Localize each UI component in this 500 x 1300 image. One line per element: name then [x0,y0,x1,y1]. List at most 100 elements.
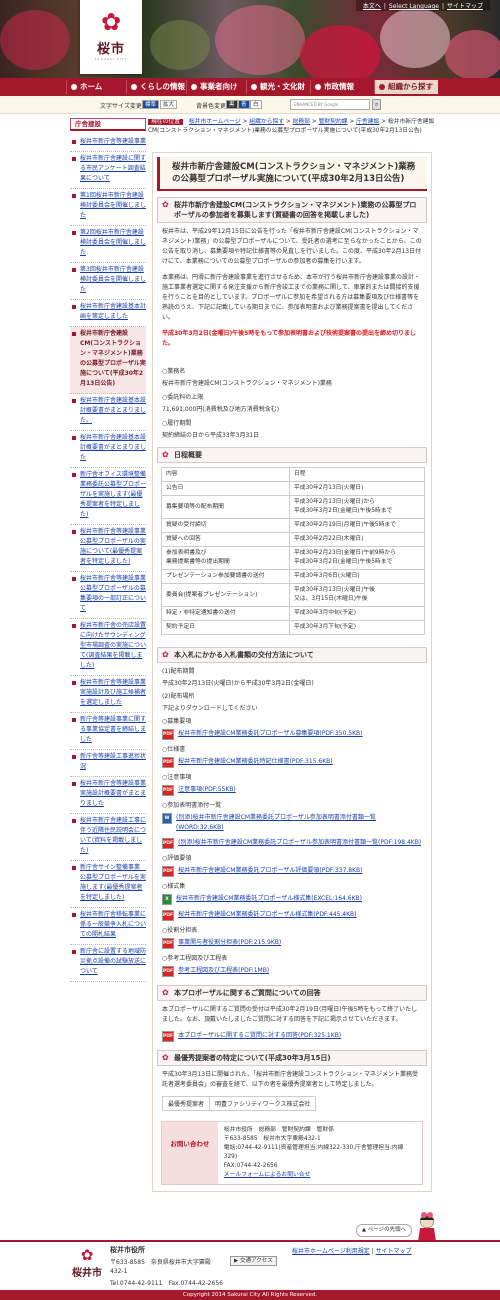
inquiry-label: お問い合わせ [162,1122,218,1184]
sidebar-item-link[interactable]: 桜井市新庁舎等建設事業公募型プロポーザルの募集要項の一部訂正について [80,575,146,612]
sitemap-link[interactable]: サイトマップ [447,3,483,10]
doc-section-label: ○評価要領 [162,855,192,862]
sidebar-item[interactable]: 第1回桜井市新庁舎建設検討委員会を開催しました [70,189,146,226]
nav-home[interactable]: ホーム [66,80,126,94]
sidebar-item[interactable]: 桜井市新庁舎等建設事業実施設計及び施工候補者を選定しました [70,676,146,713]
schedule-item: 募集要項等の配布期間 [161,495,290,519]
sidebar-item-link[interactable]: 桜井市新庁舎建設CM(コンストラクション・マネジメント)業務の公募型プロポーザル… [80,330,146,387]
schedule-item: 特定・非特定通知書の送付 [161,606,290,621]
sidebar-item-link[interactable]: 桜井市新庁舎建設基本設計概要書がまとまりました [80,434,146,461]
sidebar-item[interactable]: 桜井市新庁舎等建設事業 [70,135,146,152]
sidebar-item[interactable]: 新庁舎オフィス環境整備業務委託公募型プロポーザルを実施します(最優秀提案者を特定… [70,468,146,525]
sidebar-item[interactable]: 桜井市新庁舎建設工事に伴う近隣住民説明会について(資料を掲載しました) [70,814,146,861]
sidebar-item[interactable]: 桜井市新庁舎建設基本設計概要書がまとまりました [70,431,146,468]
sidebar-item-link[interactable]: 桜井市新庁舎建設基本設計概要書がまとまりました。 [80,397,146,424]
file-link[interactable]: 桜井市新庁舎建設CM業務委託プロポーザル様式集(PDF:445.4KB) [178,910,356,920]
sidebar-item[interactable]: 第2回桜井市新庁舎建設検討委員会を開催しました [70,226,146,263]
site-logo[interactable]: ✿ 桜市 SAKURAI CITY [80,0,142,74]
sidebar-item[interactable]: 新庁舎サイン整備事業 公募型プロポーザルを実施します(最優秀提案者を特定しました… [70,861,146,908]
sidebar-item-link[interactable]: 第3回桜井市新庁舎建設検討委員会を開催しました [80,266,146,293]
sidebar-item-link[interactable]: 新庁舎に設置する地域防災拠点設備の試験放送について [80,948,146,975]
sidebar-item[interactable]: 桜井市新庁舎等建設事業公募型プロポーザルの実施について(最優秀提案者を特定しまし… [70,525,146,572]
file-link[interactable]: 桜井市新庁舎建設CM業務委託プロポーザル評価要領(PDF:337.8KB) [178,866,362,876]
sidebar-item-link[interactable]: 新庁舎オフィス環境整備業務委託公募型プロポーザルを実施します(最優秀提案者を特定… [80,471,146,518]
nav-city-info[interactable]: 市政情報 [310,80,374,94]
sidebar-item-link[interactable]: 桜井市新庁舎建設基本計画を策定しました [80,303,146,320]
file-link[interactable]: (別添)桜井市新庁舎建設CM業務委託プロポーザル参加表明書添付書類一覧(PDF:… [178,838,421,848]
file-link[interactable]: (別添)桜井市新庁舎建設CM業務委託プロポーザル参加表明書添付書類一覧(WORD… [176,813,422,833]
font-size-large-button[interactable]: 拡大 [160,100,178,109]
footer-sitemap-link[interactable]: サイトマップ [376,1248,412,1255]
sidebar-item-link[interactable]: 桜井市新庁舎建設に関する市民アンケート調査結果について [80,155,146,182]
bg-black-button[interactable]: 黒 [226,100,238,109]
font-size-standard-button[interactable]: 標準 [142,100,160,109]
file-link[interactable]: 事業関与者役割分担表(PDF:215.9KB) [178,938,281,948]
sidebar-item-link[interactable]: 新庁舎等建設工事進捗状況 [80,753,146,770]
search-icon[interactable]: ⌕ [372,99,381,110]
section-heading-best-proposer: 最優秀提案者の特定について(平成30年3月15日) [157,1050,427,1066]
breadcrumb-link[interactable]: 庁舎建設 [356,119,379,125]
file-item: PDF 桜井市新庁舎建設CM業務委託プロポーザル評価要領(PDF:337.8KB) [153,866,431,879]
terms-link[interactable]: 桜井市ホームページ利用規定 [292,1248,370,1255]
file-link[interactable]: 参考工程図及び工程表(PDF:1MB) [178,966,269,976]
pdf-icon: PDF [162,866,175,877]
file-item: PDF 桜井市新庁舎建設CM業務委託プロポーザル募集要項(PDF:350.5KB) [153,729,431,742]
sidebar-item[interactable]: 第3回桜井市新庁舎建設検討委員会を開催しました [70,263,146,300]
sidebar-item-link[interactable]: 桜井市新庁舎等建設事業実施設計概要書がまとまりました [80,780,146,807]
inquiry-mail-link[interactable]: メールフォームによるお問い合せ [224,1172,311,1178]
sidebar-item[interactable]: 桜井市新庁舎等建設事業公募型プロポーザルの募集要項の一部訂正について [70,572,146,619]
document-list: ○募集要項 PDF 桜井市新庁舎建設CM業務委託プロポーザル募集要項(PDF:350… [153,717,431,979]
sidebar-item[interactable]: 新庁舎等建設工事進捗状況 [70,750,146,777]
sidebar-item-link[interactable]: 第1回桜井市新庁舎建設検討委員会を開催しました [80,192,146,219]
breadcrumb-link[interactable]: 総務部 [293,119,310,125]
sidebar-item[interactable]: 桜井市新庁舎建設基本設計概要書がまとまりました。 [70,394,146,431]
bg-blue-button[interactable]: 青 [238,100,250,109]
nav-living[interactable]: くらしの情報 [126,80,186,94]
schedule-date: 平成30年2月13日(火曜日) [289,481,425,496]
sidebar-item[interactable]: 新庁舎等建設事業に関する事業協定書を締結しました [70,713,146,750]
sakura-icon: ✿ [100,8,122,36]
sidebar-item-link[interactable]: 新庁舎サイン整備事業 公募型プロポーザルを実施します(最優秀提案者を特定しました… [80,864,146,901]
doc-section-label: ○参考工程図及び工程表 [162,955,228,962]
inquiry-body: 桜井市役所 総務部 管財契約課 管財係 〒633-8585 桜井市大字粟殿432… [223,1127,404,1178]
page-top-button[interactable]: ▲ ページの先頭へ [356,1224,412,1237]
nav-organization[interactable]: 組織から探す [374,80,438,94]
sidebar-item[interactable]: 桜井市新庁舎等建設事業実施設計概要書がまとまりました [70,777,146,814]
schedule-date: 平成30年2月13日(火曜日)から 平成30年3月2日(金曜日)午後5時まで [289,495,425,519]
breadcrumb-link[interactable]: 管財契約課 [319,119,348,125]
sidebar-item-link[interactable]: 第2回桜井市新庁舎建設検討委員会を開催しました [80,229,146,256]
sidebar-item-link[interactable]: 新庁舎等建設事業に関する事業協定書を締結しました [80,716,146,743]
section-heading-distribution: 本入札にかかる入札書類の交付方法について [157,647,427,663]
sidebar-item[interactable]: 新庁舎に設置する地域防災拠点設備の試験放送について [70,945,146,982]
file-link[interactable]: 注意事項(PDF:55KB) [178,785,236,795]
sidebar-item-link[interactable]: 桜井市新庁舎等建設事業実施設計及び施工候補者を選定しました [80,679,146,706]
sidebar-item-link[interactable]: 桜井市新庁舎移転事業に係る一般競争入札についての開札結果 [80,911,146,938]
file-item: PDF 桜井市新庁舎建設CM業務委託特記仕様書(PDF:315.6KB) [153,757,431,770]
file-link[interactable]: 桜井市新庁舎建設CM業務委託特記仕様書(PDF:315.6KB) [178,757,333,767]
breadcrumb-link[interactable]: 組織から探す [249,119,284,125]
search-input[interactable]: ENHANCED BY Google [290,99,370,110]
sidebar-item[interactable]: 桜井市新庁舎建設基本計画を策定しました [70,300,146,327]
sidebar-item[interactable]: 桜井市新庁舎移転事業に係る一般競争入札についての開札結果 [70,908,146,945]
select-language-link[interactable]: Select Language [389,3,439,10]
skip-to-content-link[interactable]: 本文へ [363,3,381,10]
sidebar-item[interactable]: 桜井市新庁舎建設CM(コンストラクション・マネジメント)業務の公募型プロポーザル… [70,327,146,394]
sidebar-item-link[interactable]: 桜井市新庁舎建設工事に伴う近隣住民説明会について(資料を掲載しました) [80,817,146,854]
schedule-row: 参加表明書及び 業務提案書等の提出期間 平成30年2月23日(金曜日)午前9時から… [161,546,425,570]
section-heading-schedule: 日程概要 [157,447,427,463]
sidebar-item-link[interactable]: 桜井市新庁舎等建設事業 [80,138,146,145]
breadcrumb-link[interactable]: 桜井市ホームページ [189,119,241,125]
sidebar-item-link[interactable]: 桜井市新庁舎の売店設置に向けたサウンディング型市場調査の実施について(調査結果を… [80,622,146,669]
access-button[interactable]: ▶ 交通アクセス [230,1256,277,1266]
sidebar-item[interactable]: 桜井市新庁舎建設に関する市民アンケート調査結果について [70,152,146,189]
file-link[interactable]: 桜井市新庁舎建設CM業務委託プロポーザル様式集(EXCEL:164.6KB) [176,894,362,904]
nav-business[interactable]: 事業者向け [186,80,246,94]
sidebar-item-link[interactable]: 桜井市新庁舎等建設事業公募型プロポーザルの実施について(最優秀提案者を特定しまし… [80,528,146,565]
sidebar-item[interactable]: 桜井市新庁舎の売店設置に向けたサウンディング型市場調査の実施について(調査結果を… [70,619,146,676]
doc-section-label: ○参加表明書添付一覧 [162,802,222,809]
file-link[interactable]: 本プロポーザルに関するご質問に対する回答(PDF:325.1KB) [178,1031,341,1041]
bg-white-button[interactable]: 白 [250,100,262,109]
nav-tourism[interactable]: 観光・文化財 [246,80,310,94]
file-link[interactable]: 桜井市新庁舎建設CM業務委託プロポーザル募集要項(PDF:350.5KB) [178,729,362,739]
info-line: 契約締結の日から平成33年3月31日 [162,432,260,439]
